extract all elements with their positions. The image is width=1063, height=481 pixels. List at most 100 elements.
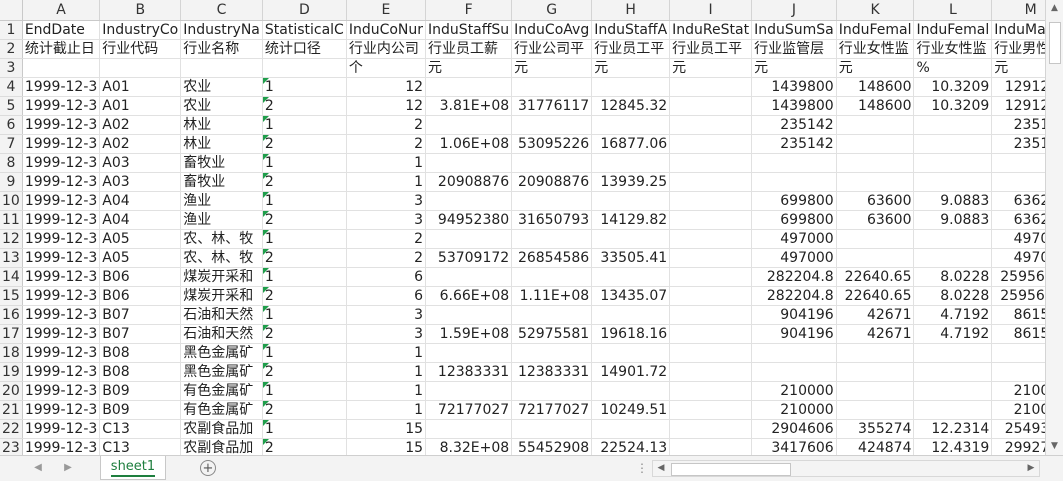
cell-c8[interactable]: 畜牧业 bbox=[180, 153, 263, 173]
cell-e3[interactable]: 个 bbox=[346, 58, 427, 78]
cell-i15[interactable] bbox=[669, 286, 753, 306]
cell-e7[interactable]: 2 bbox=[346, 134, 427, 154]
column-header-k[interactable]: K bbox=[836, 0, 915, 21]
cell-k10[interactable]: 63600 bbox=[836, 191, 915, 211]
scroll-down-arrow-icon[interactable]: ▼ bbox=[1046, 438, 1063, 454]
cell-m13[interactable]: 497000 bbox=[991, 248, 1045, 268]
cell-a14[interactable]: 1999-12-3 bbox=[22, 267, 101, 287]
next-sheet-arrow-icon[interactable]: ▶ bbox=[60, 460, 76, 476]
cell-g11[interactable]: 31650793 bbox=[511, 210, 593, 230]
cell-j1[interactable]: InduSumSa bbox=[751, 20, 837, 40]
cell-k16[interactable]: 42671 bbox=[836, 305, 915, 325]
vertical-scroll-thumb[interactable] bbox=[1049, 22, 1061, 64]
cell-l1[interactable]: InduFemal bbox=[913, 20, 993, 40]
add-sheet-icon[interactable]: + bbox=[200, 460, 216, 476]
cell-f17[interactable]: 1.59E+08 bbox=[425, 324, 513, 344]
cell-g8[interactable] bbox=[511, 153, 593, 173]
cell-e21[interactable]: 1 bbox=[346, 400, 427, 420]
cell-f16[interactable] bbox=[425, 305, 513, 325]
cell-a15[interactable]: 1999-12-3 bbox=[22, 286, 101, 306]
cell-a23[interactable]: 1999-12-3 bbox=[22, 438, 101, 455]
row-header[interactable]: 4 bbox=[0, 77, 23, 97]
cell-g10[interactable] bbox=[511, 191, 593, 211]
cell-e18[interactable]: 1 bbox=[346, 343, 427, 363]
cell-g19[interactable]: 12383331 bbox=[511, 362, 593, 382]
cell-m6[interactable]: 235142 bbox=[991, 115, 1045, 135]
cell-h1[interactable]: InduStaffA bbox=[591, 20, 671, 40]
cell-d3[interactable] bbox=[262, 58, 347, 78]
prev-sheet-arrow-icon[interactable]: ◀ bbox=[30, 460, 46, 476]
cell-l6[interactable] bbox=[913, 115, 993, 135]
cell-f13[interactable]: 53709172 bbox=[425, 248, 513, 268]
cell-b14[interactable]: B06 bbox=[99, 267, 182, 287]
column-header-c[interactable]: C bbox=[180, 0, 263, 21]
row-header[interactable]: 20 bbox=[0, 381, 23, 401]
cell-e17[interactable]: 3 bbox=[346, 324, 427, 344]
cell-i6[interactable] bbox=[669, 115, 753, 135]
cell-k9[interactable] bbox=[836, 172, 915, 192]
cell-b2[interactable]: 行业代码 bbox=[99, 39, 182, 59]
cell-m1[interactable]: InduMaleS bbox=[991, 20, 1045, 40]
cell-a20[interactable]: 1999-12-3 bbox=[22, 381, 101, 401]
cell-j20[interactable]: 210000 bbox=[751, 381, 837, 401]
cell-b7[interactable]: A02 bbox=[99, 134, 182, 154]
row-header[interactable]: 9 bbox=[0, 172, 23, 192]
cell-m17[interactable]: 861525 bbox=[991, 324, 1045, 344]
cell-i21[interactable] bbox=[669, 400, 753, 420]
cell-h7[interactable]: 16877.06 bbox=[591, 134, 671, 154]
cell-g7[interactable]: 53095226 bbox=[511, 134, 593, 154]
cell-l13[interactable] bbox=[913, 248, 993, 268]
cell-e19[interactable]: 1 bbox=[346, 362, 427, 382]
cell-a18[interactable]: 1999-12-3 bbox=[22, 343, 101, 363]
cell-k14[interactable]: 22640.65 bbox=[836, 267, 915, 287]
cell-c20[interactable]: 有色金属矿 bbox=[180, 381, 263, 401]
cell-a3[interactable] bbox=[22, 58, 101, 78]
cell-c15[interactable]: 煤炭开采和 bbox=[180, 286, 263, 306]
cell-j3[interactable]: 元 bbox=[751, 58, 837, 78]
cell-h5[interactable]: 12845.32 bbox=[591, 96, 671, 116]
cell-l9[interactable] bbox=[913, 172, 993, 192]
cell-l8[interactable] bbox=[913, 153, 993, 173]
column-header-m[interactable]: M bbox=[991, 0, 1045, 21]
cell-e6[interactable]: 2 bbox=[346, 115, 427, 135]
horizontal-scroll-thumb[interactable] bbox=[671, 463, 791, 476]
row-header[interactable]: 21 bbox=[0, 400, 23, 420]
cell-b13[interactable]: A05 bbox=[99, 248, 182, 268]
cell-m23[interactable]: 2992732 bbox=[991, 438, 1045, 455]
scroll-up-arrow-icon[interactable]: ▲ bbox=[1046, 0, 1063, 16]
cell-a16[interactable]: 1999-12-3 bbox=[22, 305, 101, 325]
horizontal-scrollbar[interactable]: ◀ ▶ bbox=[652, 460, 1040, 477]
cell-c5[interactable]: 农业 bbox=[180, 96, 263, 116]
cell-g16[interactable] bbox=[511, 305, 593, 325]
cell-l7[interactable] bbox=[913, 134, 993, 154]
cell-e5[interactable]: 12 bbox=[346, 96, 427, 116]
cell-b8[interactable]: A03 bbox=[99, 153, 182, 173]
cell-k4[interactable]: 148600 bbox=[836, 77, 915, 97]
row-header[interactable]: 22 bbox=[0, 419, 23, 439]
cell-g20[interactable] bbox=[511, 381, 593, 401]
cell-c19[interactable]: 黑色金属矿 bbox=[180, 362, 263, 382]
cell-e23[interactable]: 15 bbox=[346, 438, 427, 455]
cell-h6[interactable] bbox=[591, 115, 671, 135]
scroll-left-arrow-icon[interactable]: ◀ bbox=[654, 461, 668, 476]
cell-e13[interactable]: 2 bbox=[346, 248, 427, 268]
cell-e2[interactable]: 行业内公司 bbox=[346, 39, 427, 59]
column-header-e[interactable]: E bbox=[346, 0, 427, 21]
cell-g18[interactable] bbox=[511, 343, 593, 363]
cell-d7[interactable]: 2 bbox=[262, 134, 347, 154]
cell-h2[interactable]: 行业员工平 bbox=[591, 39, 671, 59]
cell-l5[interactable]: 10.3209 bbox=[913, 96, 993, 116]
cell-j21[interactable]: 210000 bbox=[751, 400, 837, 420]
cell-j8[interactable] bbox=[751, 153, 837, 173]
row-header[interactable]: 10 bbox=[0, 191, 23, 211]
row-header[interactable]: 15 bbox=[0, 286, 23, 306]
cell-k20[interactable] bbox=[836, 381, 915, 401]
cell-f11[interactable]: 94952380 bbox=[425, 210, 513, 230]
cell-h13[interactable]: 33505.41 bbox=[591, 248, 671, 268]
cell-j13[interactable]: 497000 bbox=[751, 248, 837, 268]
row-header[interactable]: 14 bbox=[0, 267, 23, 287]
cell-m5[interactable]: 1291200 bbox=[991, 96, 1045, 116]
cell-i13[interactable] bbox=[669, 248, 753, 268]
cell-m22[interactable]: 2549332 bbox=[991, 419, 1045, 439]
row-header[interactable]: 11 bbox=[0, 210, 23, 230]
